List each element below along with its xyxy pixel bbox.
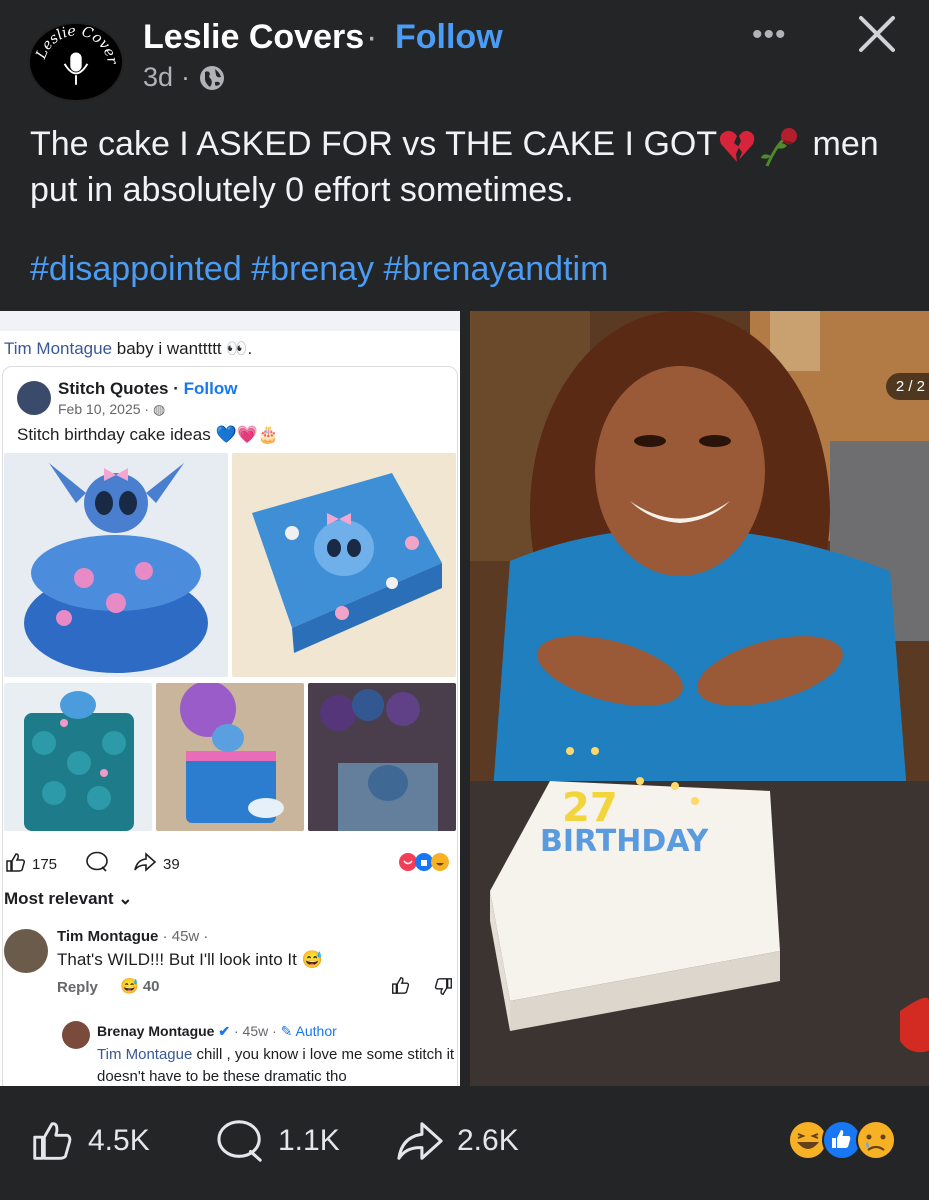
meta-separator: · <box>181 62 191 92</box>
comment2-author-icon: ✎ <box>280 1023 296 1039</box>
comment1-reactions: 😅 40 <box>120 978 160 995</box>
like-reaction-icon <box>822 1120 862 1160</box>
page-name[interactable]: Leslie Covers <box>143 18 364 57</box>
embedded-page-name-row: Stitch Quotes · Follow <box>58 379 237 399</box>
comment2-name-row: Brenay Montague ✔ · 45w · ✎ Author <box>97 1023 337 1040</box>
cake-photo-2 <box>232 453 456 677</box>
photo-counter: 2 / 2 <box>885 373 929 400</box>
globe-icon <box>200 65 225 90</box>
tagged-comment: Tim Montague baby i wanttttt 👀. <box>4 339 252 359</box>
cake-photo-1 <box>4 453 228 677</box>
embedded-like-count: 175 <box>32 855 58 873</box>
comment2-avatar <box>62 1021 90 1049</box>
post-meta: 3d · <box>143 62 226 93</box>
post-photo-2[interactable]: 27 BIRTHDAY 2 / 2 <box>470 311 929 1086</box>
comment1-avatar <box>4 929 48 973</box>
post-action-bar: 4.5K 1.1K 2.6K <box>0 1086 929 1200</box>
embedded-globe-icon: ◍ <box>152 401 166 417</box>
comment1-like-icon <box>390 975 410 1000</box>
embedded-page-name: Stitch Quotes <box>58 379 169 398</box>
comment2-author-label: Author <box>295 1023 337 1039</box>
post-caption: The cake I ASKED FOR vs THE CAKE I GOT m… <box>30 122 910 212</box>
like-button[interactable]: 4.5K <box>28 1118 150 1164</box>
follow-button[interactable]: Follow <box>395 18 503 57</box>
haha-icon <box>788 1120 828 1160</box>
comment1-time: · 45w · <box>158 928 209 945</box>
like-count: 4.5K <box>88 1124 150 1157</box>
share-count: 2.6K <box>457 1124 519 1157</box>
share-arrow-icon <box>397 1122 443 1160</box>
page-avatar[interactable]: Leslie Covers <box>28 22 124 102</box>
header-separator: · <box>366 18 378 56</box>
birthday-photo: 27 BIRTHDAY <box>470 311 929 1086</box>
sort-comments: Most relevant ⌄ <box>4 889 133 908</box>
comment2-time: · 45w · <box>230 1023 281 1039</box>
embedded-share-count: 39 <box>163 855 180 873</box>
embedded-reaction-icons <box>398 851 450 877</box>
candle-letters: BIRTHDAY <box>540 824 710 859</box>
verified-badge-icon: ✔ <box>218 1023 231 1039</box>
embedded-share-icon <box>133 851 157 877</box>
embedded-follow: Follow <box>183 379 238 398</box>
comment2-text: Tim Montague chill , you know i love me … <box>97 1044 457 1086</box>
close-button[interactable] <box>855 12 899 56</box>
embedded-date-text: Feb 10, 2025 · <box>58 401 153 417</box>
wilted-rose-icon <box>761 128 798 167</box>
comment1-name: Tim Montague <box>57 928 159 945</box>
cake-photo-4 <box>156 683 304 831</box>
tagged-comment-text: baby i wanttttt 👀. <box>112 339 253 358</box>
embedded-like-icon <box>4 851 26 877</box>
close-icon <box>859 16 895 52</box>
comment2-mention: Tim Montague <box>97 1046 193 1063</box>
more-options-button[interactable]: ••• <box>752 18 787 52</box>
caption-part1: The cake I ASKED FOR vs THE CAKE I GOT <box>30 125 718 163</box>
comment1-dislike-icon <box>434 977 454 1002</box>
embedded-separator: · <box>168 379 184 398</box>
comment2-name: Brenay Montague <box>97 1023 215 1039</box>
comment1-text: That's WILD!!! But I'll look into It 😅 <box>57 950 323 969</box>
comment-count: 1.1K <box>278 1124 340 1157</box>
like-icon <box>33 1122 72 1160</box>
post-hashtags[interactable]: #disappointed #brenay #brenayandtim <box>30 250 608 289</box>
cake-photo-5 <box>308 683 456 831</box>
comment-bubble-icon <box>217 1120 262 1162</box>
embedded-avatar <box>17 381 51 415</box>
sad-icon <box>856 1120 896 1160</box>
cropped-top-strip <box>0 311 460 331</box>
reaction-icons <box>788 1120 896 1160</box>
comment1-name-row: Tim Montague · 45w · <box>57 928 208 945</box>
comment1-reply: Reply <box>57 979 98 996</box>
share-button[interactable]: 2.6K <box>395 1118 519 1164</box>
post-photo-1[interactable]: Tim Montague baby i wanttttt 👀. Stitch Q… <box>0 311 460 1086</box>
broken-heart-icon <box>719 130 755 163</box>
embedded-action-row: 175 39 <box>4 849 456 879</box>
reaction-summary[interactable] <box>786 1118 906 1162</box>
cake-photo-3 <box>4 683 152 831</box>
post-header: Leslie Covers Leslie Covers · Follow 3d … <box>0 0 929 110</box>
embedded-date: Feb 10, 2025 · ◍ <box>58 401 165 418</box>
post-timestamp[interactable]: 3d <box>143 62 173 93</box>
comment-button[interactable]: 1.1K <box>216 1118 340 1164</box>
embedded-comment-icon <box>85 851 109 877</box>
tagged-comment-name: Tim Montague <box>4 339 113 358</box>
embedded-caption: Stitch birthday cake ideas 💙💗🎂 <box>17 425 279 444</box>
leslie-covers-logo-icon: Leslie Covers <box>30 24 120 85</box>
